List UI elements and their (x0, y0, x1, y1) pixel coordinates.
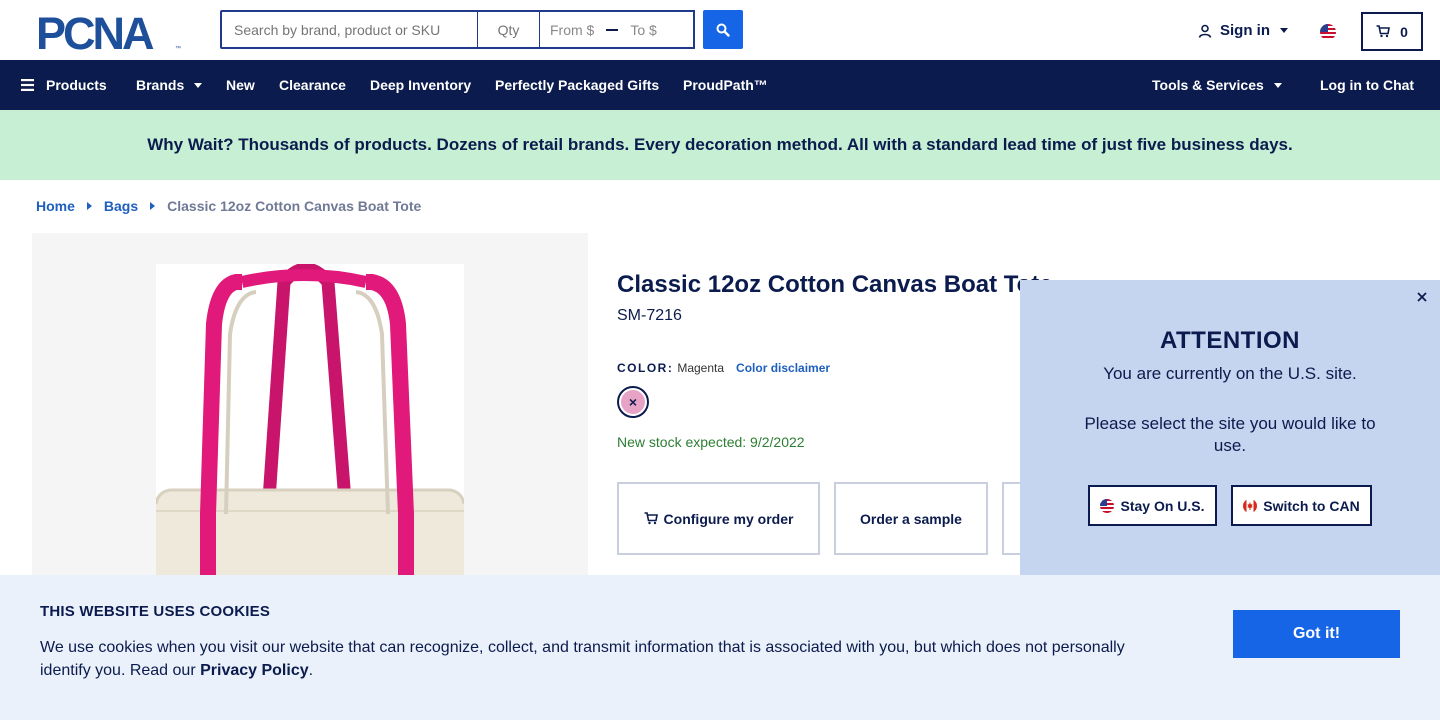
svg-text:™: ™ (175, 45, 181, 52)
cart-button[interactable]: 0 (1361, 12, 1423, 51)
order-sample-label: Order a sample (860, 510, 962, 527)
nav-deep-inventory-label: Deep Inventory (370, 77, 472, 93)
order-sample-button[interactable]: Order a sample (834, 482, 988, 555)
stock-status: New stock expected: 9/2/2022 (617, 434, 805, 450)
promo-text: Why Wait? Thousands of products. Dozens … (147, 135, 1293, 154)
search-icon (716, 23, 730, 37)
nav-proudpath[interactable]: ProudPath™ (683, 60, 768, 110)
nav-products[interactable]: Products (21, 60, 107, 110)
stay-us-label: Stay On U.S. (1120, 497, 1205, 514)
nav-tools-label: Tools & Services (1152, 77, 1264, 93)
got-it-label: Got it! (1292, 625, 1341, 642)
user-icon (1198, 24, 1212, 38)
product-title: Classic 12oz Cotton Canvas Boat Tote (617, 271, 1053, 298)
main-nav: Products Brands New Clearance Deep Inven… (0, 60, 1440, 110)
cart-icon (644, 512, 658, 525)
nav-brands-label: Brands (136, 77, 185, 93)
us-flag-icon (1100, 498, 1115, 513)
switch-can-button[interactable]: Switch to CAN (1231, 485, 1372, 526)
price-from-field[interactable]: From $ (550, 22, 594, 38)
price-range[interactable]: From $ To $ (540, 10, 695, 49)
color-disclaimer-link[interactable]: Color disclaimer (736, 361, 830, 375)
breadcrumb-arrow-icon (150, 202, 156, 210)
popup-current-site-text: You are currently on the U.S. site. (1103, 364, 1357, 383)
search-bar: From $ To $ (220, 10, 743, 49)
color-row: COLOR: Magenta Color disclaimer (617, 361, 830, 375)
got-it-button[interactable]: Got it! (1233, 610, 1400, 658)
product-sku: SM-7216 (617, 307, 682, 324)
close-icon (1417, 292, 1427, 302)
price-dash (606, 28, 619, 31)
product-image-panel (32, 233, 588, 644)
price-to-field[interactable]: To $ (630, 22, 656, 38)
color-value: Magenta (677, 361, 725, 375)
nav-products-label: Products (46, 77, 107, 93)
site-selection-popup: ATTENTION You are currently on the U.S. … (1020, 280, 1440, 580)
switch-can-label: Switch to CAN (1263, 497, 1360, 514)
privacy-policy-link[interactable]: Privacy Policy (200, 662, 309, 679)
chevron-down-icon (1280, 28, 1288, 33)
color-swatch-magenta[interactable]: × (617, 386, 649, 418)
nav-new[interactable]: New (226, 60, 255, 110)
logo-text: PCNA (36, 12, 154, 52)
breadcrumb-home[interactable]: Home (36, 198, 75, 214)
nav-chat-label: Log in to Chat (1320, 77, 1415, 93)
nav-clearance[interactable]: Clearance (279, 60, 346, 110)
breadcrumb-bags[interactable]: Bags (104, 198, 138, 214)
search-input[interactable] (220, 10, 478, 49)
sign-in-label: Sign in (1220, 22, 1270, 39)
close-button[interactable] (1414, 289, 1430, 305)
unavailable-x-icon: × (621, 390, 645, 414)
cart-count: 0 (1400, 23, 1408, 40)
qty-input[interactable] (478, 10, 540, 49)
cart-icon (1376, 25, 1391, 38)
promo-banner: Why Wait? Thousands of products. Dozens … (0, 110, 1440, 180)
popup-title: ATTENTION (1159, 327, 1301, 354)
nav-deep-inventory[interactable]: Deep Inventory (370, 60, 471, 110)
configure-order-label: Configure my order (663, 510, 794, 527)
cookie-banner: THIS WEBSITE USES COOKIES We use cookies… (0, 575, 1440, 720)
popup-select-text: Please select the site you would like to… (1084, 414, 1376, 455)
cookie-text: We use cookies when you visit our websit… (40, 636, 1150, 682)
nav-proudpath-label: ProudPath™ (683, 77, 768, 93)
breadcrumb-current: Classic 12oz Cotton Canvas Boat Tote (167, 198, 422, 214)
hamburger-icon (21, 79, 34, 91)
pcna-logo[interactable]: PCNA ™ (36, 8, 184, 59)
color-label: COLOR: (617, 361, 674, 375)
nav-gifts-label: Perfectly Packaged Gifts (495, 77, 660, 93)
nav-clearance-label: Clearance (279, 77, 346, 93)
site-header: PCNA ™ From $ To $ Sign in (0, 0, 1440, 60)
nav-chat-login[interactable]: Log in to Chat (1320, 60, 1414, 110)
cookie-end: . (308, 662, 314, 679)
us-flag-icon[interactable] (1320, 24, 1336, 40)
canada-flag-icon (1243, 498, 1258, 513)
chevron-down-icon (194, 82, 203, 88)
chevron-down-icon (1273, 82, 1282, 88)
search-button[interactable] (703, 10, 743, 49)
sign-in-menu[interactable]: Sign in (1198, 22, 1288, 39)
configure-order-button[interactable]: Configure my order (617, 482, 820, 555)
breadcrumb-arrow-icon (86, 202, 92, 210)
nav-new-label: New (226, 77, 255, 93)
cookie-title: THIS WEBSITE USES COOKIES (40, 603, 271, 620)
nav-gifts[interactable]: Perfectly Packaged Gifts (495, 60, 659, 110)
breadcrumb: Home Bags Classic 12oz Cotton Canvas Boa… (36, 198, 421, 214)
stay-us-button[interactable]: Stay On U.S. (1088, 485, 1217, 526)
nav-tools-services[interactable]: Tools & Services (1152, 60, 1282, 110)
nav-brands[interactable]: Brands (136, 60, 203, 110)
